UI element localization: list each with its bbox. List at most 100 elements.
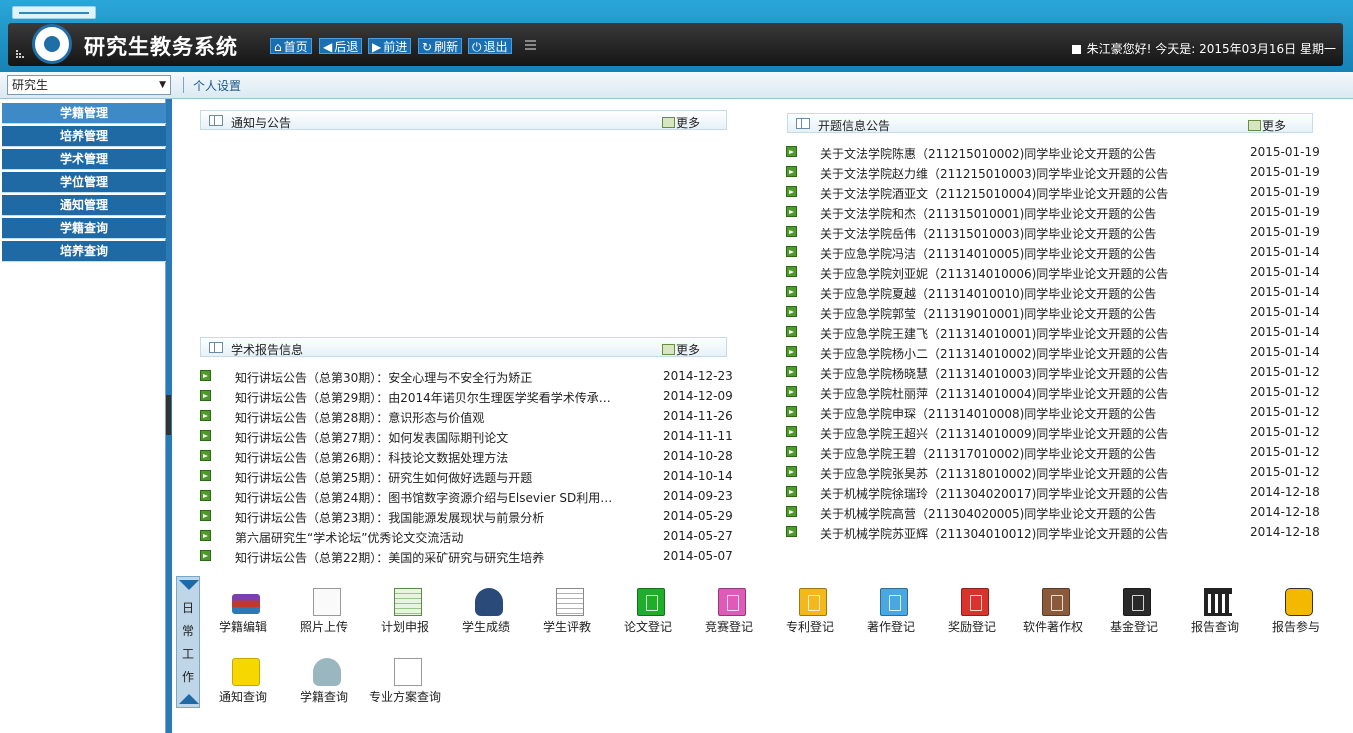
sidebar-item-training[interactable]: 培养管理 <box>2 126 166 147</box>
app-tile[interactable]: 学生评教 <box>531 580 603 636</box>
proposal-item[interactable]: 关于应急学院夏越（211314010010)同学毕业论文开题的公告 2015-01… <box>786 283 1320 303</box>
collapse-up-icon[interactable] <box>179 580 199 590</box>
proposal-item-title[interactable]: 关于文法学院岳伟（211315010003)同学毕业论文开题的公告 <box>820 225 1156 242</box>
app-tile[interactable]: 基金登记 <box>1098 580 1170 636</box>
proposal-item[interactable]: 关于机械学院苏亚辉（211304010012)同学毕业论文开题的公告 2014-1… <box>786 523 1320 543</box>
proposal-item-title[interactable]: 关于应急学院夏越（211314010010)同学毕业论文开题的公告 <box>820 285 1156 302</box>
proposal-item[interactable]: 关于文法学院陈惠（211215010002)同学毕业论文开题的公告 2015-01… <box>786 143 1320 163</box>
proposal-item-title[interactable]: 关于应急学院杜丽萍（211314010004)同学毕业论文开题的公告 <box>820 385 1168 402</box>
collapse-handle[interactable] <box>166 395 171 435</box>
sidebar-item-academic[interactable]: 学术管理 <box>2 149 166 170</box>
app-tile[interactable]: 报告查询 <box>1179 580 1251 636</box>
report-item-title[interactable]: 知行讲坛公告（总第28期）：意识形态与价值观 <box>235 409 484 426</box>
sidebar-item-records-query[interactable]: 学籍查询 <box>2 218 166 239</box>
proposal-item[interactable]: 关于应急学院申琛（211314010008)同学毕业论文开题的公告 2015-01… <box>786 403 1320 423</box>
proposal-item-title[interactable]: 关于文法学院陈惠（211215010002)同学毕业论文开题的公告 <box>820 145 1156 162</box>
proposal-item-title[interactable]: 关于应急学院王建飞（211314010001)同学毕业论文开题的公告 <box>820 325 1168 342</box>
report-item-title[interactable]: 知行讲坛公告（总第25期）：研究生如何做好选题与开题 <box>235 469 532 486</box>
app-tile[interactable]: 著作登记 <box>855 580 927 636</box>
report-item[interactable]: 知行讲坛公告（总第25期）：研究生如何做好选题与开题 2014-10-14 <box>200 467 733 487</box>
proposal-item[interactable]: 关于应急学院王超兴（211314010009)同学毕业论文开题的公告 2015-0… <box>786 423 1320 443</box>
back-button[interactable]: ◀ 后退 <box>319 38 363 54</box>
report-item[interactable]: 知行讲坛公告（总第23期）：我国能源发展现状与前景分析 2014-05-29 <box>200 507 733 527</box>
notices-more-link[interactable]: 更多 <box>662 114 700 131</box>
proposal-item[interactable]: 关于文法学院赵力维（211215010003)同学毕业论文开题的公告 2015-0… <box>786 163 1320 183</box>
report-item[interactable]: 知行讲坛公告（总第27期）：如何发表国际期刊论文 2014-11-11 <box>200 427 733 447</box>
sidebar-item-student-records[interactable]: 学籍管理 <box>2 103 166 124</box>
menu-icon[interactable] <box>525 40 536 50</box>
app-tile[interactable]: 通知查询 <box>207 650 279 706</box>
report-item[interactable]: 知行讲坛公告（总第26期）：科技论文数据处理方法 2014-10-28 <box>200 447 733 467</box>
proposal-item[interactable]: 关于应急学院杨晓慧（211314010003)同学毕业论文开题的公告 2015-0… <box>786 363 1320 383</box>
proposal-item-title[interactable]: 关于应急学院王超兴（211314010009)同学毕业论文开题的公告 <box>820 425 1168 442</box>
proposal-item-title[interactable]: 关于机械学院苏亚辉（211304010012)同学毕业论文开题的公告 <box>820 525 1168 542</box>
report-item[interactable]: 第六届研究生“学术论坛”优秀论文交流活动 2014-05-27 <box>200 527 733 547</box>
report-item-title[interactable]: 知行讲坛公告（总第22期）：美国的采矿研究与研究生培养 <box>235 549 544 566</box>
proposal-item-title[interactable]: 关于应急学院杨小二（211314010002)同学毕业论文开题的公告 <box>820 345 1168 362</box>
daily-work-tab[interactable]: 日 常 工 作 <box>176 576 200 708</box>
app-tile[interactable]: 奖励登记 <box>936 580 1008 636</box>
proposal-item[interactable]: 关于应急学院王建飞（211314010001)同学毕业论文开题的公告 2015-0… <box>786 323 1320 343</box>
proposal-item[interactable]: 关于应急学院郭莹（211319010001)同学毕业论文开题的公告 2015-01… <box>786 303 1320 323</box>
app-tile[interactable]: 照片上传 <box>288 580 360 636</box>
proposal-item-title[interactable]: 关于应急学院张昊苏（211318010002)同学毕业论文开题的公告 <box>820 465 1168 482</box>
app-tile[interactable]: 专利登记 <box>774 580 846 636</box>
app-tile[interactable]: 学籍查询 <box>288 650 360 706</box>
proposal-item-title[interactable]: 关于应急学院郭莹（211319010001)同学毕业论文开题的公告 <box>820 305 1156 322</box>
report-item-title[interactable]: 知行讲坛公告（总第30期）：安全心理与不安全行为矫正 <box>235 369 532 386</box>
proposal-item-title[interactable]: 关于文法学院赵力维（211215010003)同学毕业论文开题的公告 <box>820 165 1168 182</box>
proposal-item-date: 2015-01-19 <box>1250 205 1320 219</box>
report-item[interactable]: 知行讲坛公告（总第29期）：由2014年诺贝尔生理医学奖看学术传承… 2014-1… <box>200 387 733 407</box>
proposal-item-title[interactable]: 关于应急学院王碧（211317010002)同学毕业论文开题的公告 <box>820 445 1156 462</box>
proposal-item[interactable]: 关于机械学院徐瑞玲（211304020017)同学毕业论文开题的公告 2014-1… <box>786 483 1320 503</box>
app-tile[interactable]: 计划申报 <box>369 580 441 636</box>
report-item-title[interactable]: 知行讲坛公告（总第24期）：图书馆数字资源介绍与Elsevier SD利用… <box>235 489 612 506</box>
forward-button[interactable]: ▶ 前进 <box>368 38 412 54</box>
report-item[interactable]: 知行讲坛公告（总第24期）：图书馆数字资源介绍与Elsevier SD利用… 20… <box>200 487 733 507</box>
sidebar-item-training-query[interactable]: 培养查询 <box>2 241 166 262</box>
proposal-item[interactable]: 关于应急学院杜丽萍（211314010004)同学毕业论文开题的公告 2015-0… <box>786 383 1320 403</box>
sidebar-item-notices[interactable]: 通知管理 <box>2 195 166 216</box>
proposal-item-title[interactable]: 关于应急学院刘亚妮（211314010006)同学毕业论文开题的公告 <box>820 265 1168 282</box>
reports-more-link[interactable]: 更多 <box>662 341 700 358</box>
report-item[interactable]: 知行讲坛公告（总第30期）：安全心理与不安全行为矫正 2014-12-23 <box>200 367 733 387</box>
report-item-title[interactable]: 第六届研究生“学术论坛”优秀论文交流活动 <box>235 529 463 546</box>
report-item-title[interactable]: 知行讲坛公告（总第29期）：由2014年诺贝尔生理医学奖看学术传承… <box>235 389 611 406</box>
home-button[interactable]: ⌂ 首页 <box>270 38 312 54</box>
report-item-title[interactable]: 知行讲坛公告（总第23期）：我国能源发展现状与前景分析 <box>235 509 544 526</box>
app-tile[interactable]: 专业方案查询 <box>369 650 441 706</box>
app-tile[interactable]: 软件著作权 <box>1017 580 1089 636</box>
app-tile[interactable]: 学生成绩 <box>450 580 522 636</box>
proposal-item-title[interactable]: 关于应急学院申琛（211314010008)同学毕业论文开题的公告 <box>820 405 1156 422</box>
proposal-item[interactable]: 关于应急学院刘亚妮（211314010006)同学毕业论文开题的公告 2015-0… <box>786 263 1320 283</box>
proposal-item[interactable]: 关于文法学院岳伟（211315010003)同学毕业论文开题的公告 2015-01… <box>786 223 1320 243</box>
proposal-item-title[interactable]: 关于机械学院高营（211304020005)同学毕业论文开题的公告 <box>820 505 1156 522</box>
report-item-title[interactable]: 知行讲坛公告（总第27期）：如何发表国际期刊论文 <box>235 429 508 446</box>
app-tile[interactable]: 竞赛登记 <box>693 580 765 636</box>
app-tile[interactable]: 报告参与 <box>1260 580 1332 636</box>
report-item[interactable]: 知行讲坛公告（总第28期）：意识形态与价值观 2014-11-26 <box>200 407 733 427</box>
proposal-item[interactable]: 关于应急学院王碧（211317010002)同学毕业论文开题的公告 2015-01… <box>786 443 1320 463</box>
proposal-item[interactable]: 关于应急学院冯洁（211314010005)同学毕业论文开题的公告 2015-01… <box>786 243 1320 263</box>
report-item[interactable]: 知行讲坛公告（总第22期）：美国的采矿研究与研究生培养 2014-05-07 <box>200 547 733 567</box>
proposal-item[interactable]: 关于文法学院和杰（211315010001)同学毕业论文开题的公告 2015-01… <box>786 203 1320 223</box>
report-item-title[interactable]: 知行讲坛公告（总第26期）：科技论文数据处理方法 <box>235 449 508 466</box>
expand-down-icon[interactable] <box>179 694 199 704</box>
app-tile[interactable]: 论文登记 <box>612 580 684 636</box>
sidebar-item-degree[interactable]: 学位管理 <box>2 172 166 193</box>
proposal-item[interactable]: 关于文法学院酒亚文（211215010004)同学毕业论文开题的公告 2015-0… <box>786 183 1320 203</box>
refresh-button[interactable]: ↻ 刷新 <box>418 38 463 54</box>
proposals-more-link[interactable]: 更多 <box>1248 117 1286 134</box>
personal-settings-link[interactable]: 个人设置 <box>193 77 241 94</box>
proposal-item-title[interactable]: 关于应急学院杨晓慧（211314010003)同学毕业论文开题的公告 <box>820 365 1168 382</box>
proposal-item[interactable]: 关于应急学院杨小二（211314010002)同学毕业论文开题的公告 2015-0… <box>786 343 1320 363</box>
proposal-item-title[interactable]: 关于文法学院酒亚文（211215010004)同学毕业论文开题的公告 <box>820 185 1168 202</box>
proposal-item[interactable]: 关于机械学院高营（211304020005)同学毕业论文开题的公告 2014-12… <box>786 503 1320 523</box>
proposal-item-title[interactable]: 关于文法学院和杰（211315010001)同学毕业论文开题的公告 <box>820 205 1156 222</box>
proposal-item[interactable]: 关于应急学院张昊苏（211318010002)同学毕业论文开题的公告 2015-0… <box>786 463 1320 483</box>
role-select[interactable]: 研究生 ▼ <box>7 75 171 95</box>
app-tile[interactable]: 学籍编辑 <box>207 580 279 636</box>
proposal-item-title[interactable]: 关于机械学院徐瑞玲（211304020017)同学毕业论文开题的公告 <box>820 485 1168 502</box>
proposal-item-title[interactable]: 关于应急学院冯洁（211314010005)同学毕业论文开题的公告 <box>820 245 1156 262</box>
logout-button[interactable]: ⏻ 退出 <box>468 38 512 54</box>
